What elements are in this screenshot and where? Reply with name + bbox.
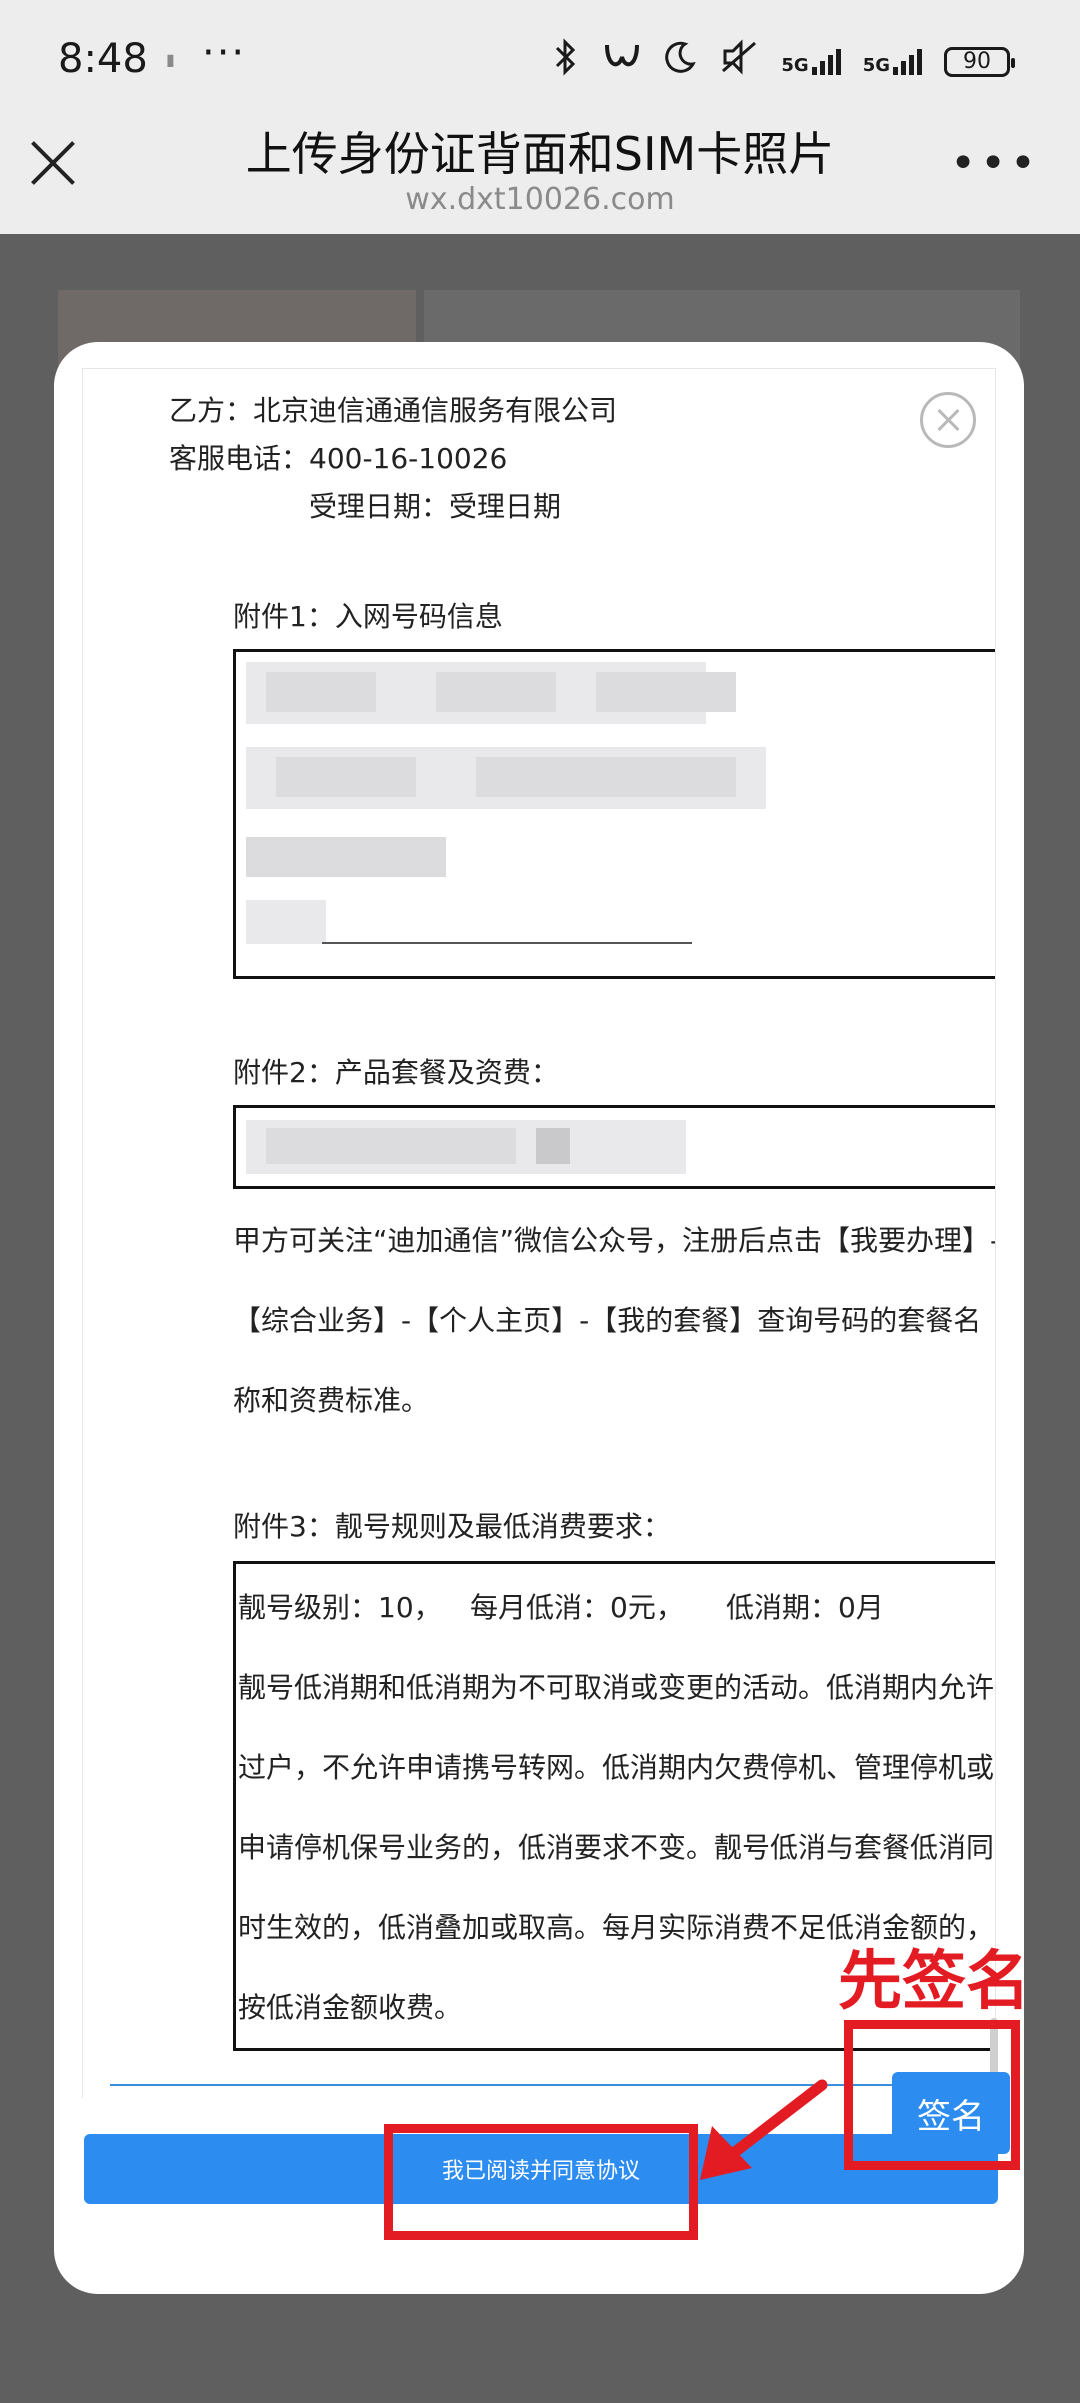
annotation-arrow bbox=[700, 2079, 828, 2180]
